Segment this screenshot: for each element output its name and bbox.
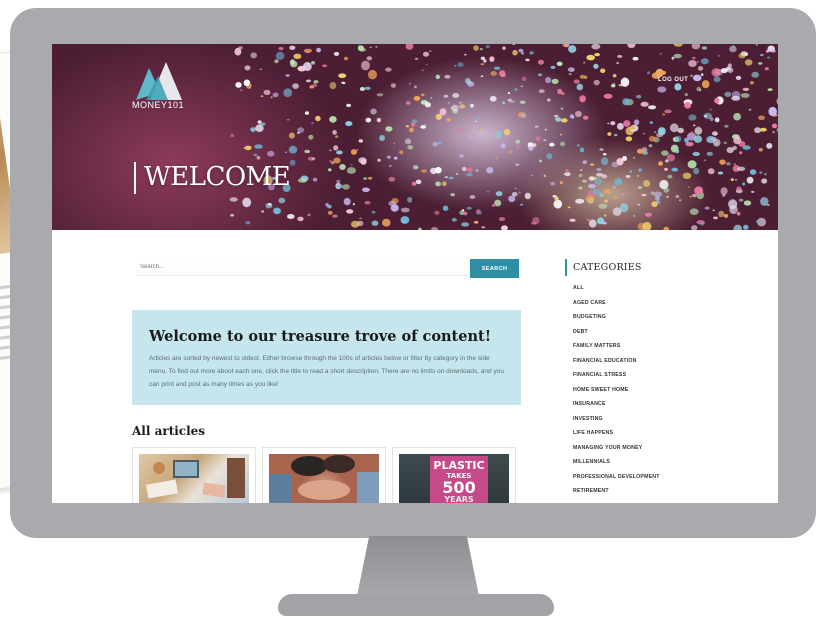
sign-word: 500 [442,478,476,497]
money101-logo[interactable] [136,62,188,100]
welcome-accent-bar [134,162,136,194]
category-item-home-sweet-home[interactable]: HOME SWEET HOME [573,383,660,398]
intro-text: Articles are sorted by newest to oldest.… [149,355,504,388]
hero-banner: MONEY101 LOG OUT WELCOME [52,44,778,230]
hands-holding-photo [269,454,379,503]
category-item-financial-stress[interactable]: FINANCIAL STRESS [573,368,660,383]
article-card[interactable] [132,447,256,503]
category-item-financial-education[interactable]: FINANCIAL EDUCATION [573,354,660,369]
category-item-aged-care[interactable]: AGED CARE [573,296,660,311]
categories-title: CATEGORIES [573,262,642,273]
plastic-sign-photo: PLASTIC TAKES 500 YEARS [399,454,509,503]
category-item-retirement[interactable]: RETIREMENT [573,484,660,499]
sign-word: PLASTIC [433,459,485,472]
categories-accent-bar [565,259,567,276]
monitor-screen: MONEY101 LOG OUT WELCOME SEARCH Welcome … [52,44,778,503]
search-input[interactable] [136,259,470,276]
category-item-all[interactable]: ALL [573,281,660,296]
category-item-managing-your-money[interactable]: MANAGING YOUR MONEY [573,441,660,456]
category-item-professional-development[interactable]: PROFESSIONAL DEVELOPMENT [573,470,660,485]
sign-word: YEARS [444,495,474,503]
monitor-stand-neck [357,536,479,596]
category-item-investing[interactable]: INVESTING [573,412,660,427]
article-card[interactable]: PLASTIC TAKES 500 YEARS [392,447,516,503]
logo-wordmark: MONEY101 [132,100,185,110]
category-item-family-matters[interactable]: FAMILY MATTERS [573,339,660,354]
category-item-budgeting[interactable]: BUDGETING [573,310,660,325]
intro-box: Welcome to our treasure trove of content… [132,310,521,405]
logout-link[interactable]: LOG OUT [658,77,688,83]
all-articles-heading: All articles [132,424,206,438]
category-item-millennials[interactable]: MILLENNIALS [573,455,660,470]
article-card[interactable] [262,447,386,503]
category-item-insurance[interactable]: INSURANCE [573,397,660,412]
office-desk-photo [139,454,249,503]
welcome-heading: WELCOME [144,162,291,192]
category-item-debt[interactable]: DEBT [573,325,660,340]
monitor-stand-base [278,594,554,616]
category-item-life-happens[interactable]: LIFE HAPPENS [573,426,660,441]
categories-list: ALL AGED CARE BUDGETING DEBT FAMILY MATT… [573,281,660,499]
logo-mountain-icon [136,62,182,100]
search-button[interactable]: SEARCH [470,259,519,278]
intro-title: Welcome to our treasure trove of content… [149,328,492,345]
plastic-sign: PLASTIC TAKES 500 YEARS [430,456,488,503]
